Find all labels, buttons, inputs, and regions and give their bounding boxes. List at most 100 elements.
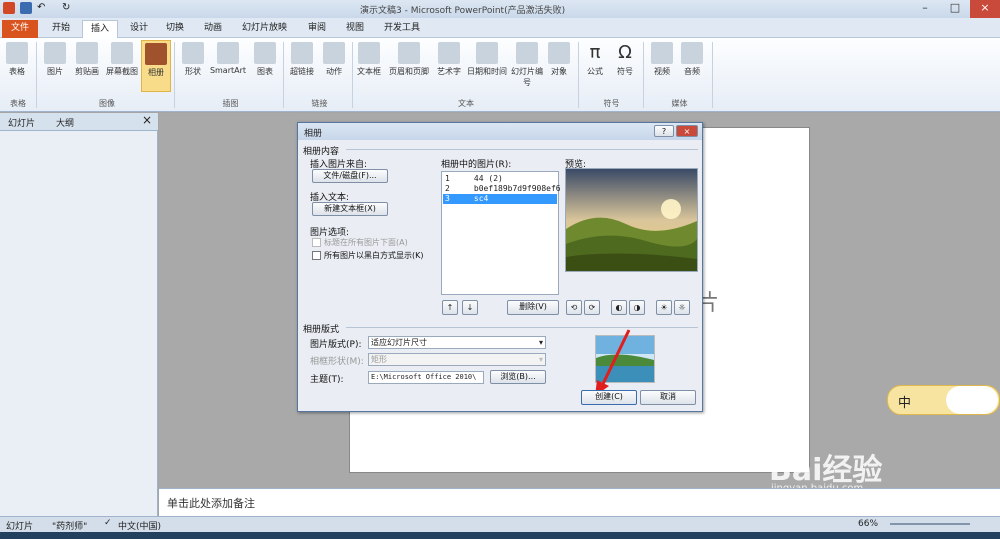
ime-toolbar[interactable]: 中 bbox=[887, 385, 1000, 415]
tab-animations[interactable]: 动画 bbox=[196, 20, 230, 38]
minimize-button[interactable]: – bbox=[910, 0, 940, 18]
theme-label: 主题(T): bbox=[310, 375, 344, 385]
notes-pane[interactable]: 单击此处添加备注 bbox=[159, 488, 1000, 516]
zoom-level[interactable]: 66% bbox=[858, 519, 878, 529]
layout-select[interactable]: 适应幻灯片尺寸 ▾ bbox=[368, 336, 546, 349]
pane-close-icon[interactable]: × bbox=[142, 113, 152, 127]
redo-icon[interactable]: ↻ bbox=[62, 2, 74, 14]
file-disk-button[interactable]: 文件/磁盘(F)... bbox=[312, 169, 388, 183]
tab-view[interactable]: 视图 bbox=[338, 20, 372, 38]
audio-button[interactable]: 音频 bbox=[677, 40, 707, 77]
list-item-selected[interactable]: 3 sc4 bbox=[443, 194, 557, 204]
contrast-up-icon[interactable]: ◐ bbox=[611, 300, 627, 315]
list-item[interactable]: 2 b0ef189b7d9f908ef6 bbox=[443, 184, 561, 194]
section-content-label: 相册内容 bbox=[303, 147, 340, 157]
tab-transitions[interactable]: 切换 bbox=[158, 20, 192, 38]
audio-icon bbox=[681, 42, 703, 64]
chevron-down-icon: ▾ bbox=[538, 355, 543, 364]
ime-mode[interactable]: 中 bbox=[898, 392, 911, 411]
tab-slideshow[interactable]: 幻灯片放映 bbox=[234, 20, 295, 38]
datetime-button[interactable]: 日期和时间 bbox=[466, 40, 508, 77]
rotate-right-icon[interactable]: ⟳ bbox=[584, 300, 600, 315]
wordart-button[interactable]: 艺术字 bbox=[434, 40, 464, 77]
chevron-down-icon: ▾ bbox=[538, 338, 543, 347]
brightness-down-icon[interactable]: ☼ bbox=[674, 300, 690, 315]
group-label-text: 文本 bbox=[458, 99, 474, 108]
video-button[interactable]: 视频 bbox=[647, 40, 677, 77]
brightness-up-icon[interactable]: ☀ bbox=[656, 300, 672, 315]
pi-icon: π bbox=[589, 42, 601, 63]
mascot-icon bbox=[946, 386, 998, 414]
table-icon bbox=[6, 42, 28, 64]
hyperlink-icon bbox=[291, 42, 313, 64]
maximize-button[interactable]: □ bbox=[940, 0, 970, 18]
smartart-button[interactable]: SmartArt bbox=[208, 40, 248, 75]
header-footer-button[interactable]: 页眉和页脚 bbox=[386, 40, 432, 77]
list-item[interactable]: 1 44 (2) bbox=[443, 174, 557, 184]
tab-insert[interactable]: 插入 bbox=[82, 20, 119, 38]
chart-icon bbox=[254, 42, 276, 64]
photo-album-icon bbox=[145, 43, 167, 65]
spellcheck-icon[interactable]: ✓ bbox=[104, 518, 112, 528]
shapes-button[interactable]: 形状 bbox=[178, 40, 208, 77]
zoom-slider[interactable] bbox=[890, 523, 970, 525]
close-button[interactable]: × bbox=[970, 0, 1000, 18]
chart-button[interactable]: 图表 bbox=[250, 40, 280, 77]
save-icon[interactable] bbox=[20, 2, 32, 14]
tab-file[interactable]: 文件 bbox=[2, 20, 38, 38]
new-textbox-button[interactable]: 新建文本框(X) bbox=[312, 202, 388, 216]
shapes-icon bbox=[182, 42, 204, 64]
group-label-images: 图像 bbox=[99, 99, 115, 108]
caption-below-label: 标题在所有图片下面(A) bbox=[324, 238, 408, 247]
contrast-down-icon[interactable]: ◑ bbox=[629, 300, 645, 315]
preview-image bbox=[565, 168, 698, 272]
tab-slides[interactable]: 幻灯片 bbox=[8, 116, 35, 129]
move-up-button[interactable]: ↑ bbox=[442, 300, 458, 315]
photo-album-button[interactable]: 相册 bbox=[141, 40, 171, 92]
frame-select[interactable]: 矩形 ▾ bbox=[368, 353, 546, 366]
help-button[interactable]: ? bbox=[654, 125, 674, 137]
slides-pane: 幻灯片 大纲 × bbox=[0, 113, 158, 516]
group-label-table: 表格 bbox=[10, 99, 26, 108]
landscape-preview-image bbox=[566, 169, 697, 271]
slide-number-button[interactable]: 幻灯片编号 bbox=[510, 40, 544, 88]
bw-all-checkbox[interactable] bbox=[312, 251, 321, 260]
header-footer-icon bbox=[398, 42, 420, 64]
caption-below-checkbox[interactable] bbox=[312, 238, 321, 247]
action-icon bbox=[323, 42, 345, 64]
undo-icon[interactable]: ↶ bbox=[37, 2, 49, 14]
table-button[interactable]: 表格 bbox=[2, 40, 32, 77]
status-language[interactable]: 中文(中国) bbox=[118, 519, 161, 532]
clipart-button[interactable]: 剪贴画 bbox=[72, 40, 102, 77]
screenshot-button[interactable]: 屏幕截图 bbox=[104, 40, 140, 77]
clipart-icon bbox=[76, 42, 98, 64]
dialog-close-button[interactable]: × bbox=[676, 125, 698, 137]
section-layout-label: 相册版式 bbox=[303, 325, 340, 335]
picture-button[interactable]: 图片 bbox=[40, 40, 70, 77]
tab-design[interactable]: 设计 bbox=[122, 20, 156, 38]
action-button[interactable]: 动作 bbox=[319, 40, 349, 77]
object-button[interactable]: 对象 bbox=[544, 40, 574, 77]
symbol-button[interactable]: Ω 符号 bbox=[610, 40, 640, 77]
browse-button[interactable]: 浏览(B)... bbox=[490, 370, 546, 384]
screenshot-icon bbox=[111, 42, 133, 64]
cancel-button[interactable]: 取消 bbox=[640, 390, 696, 405]
ribbon-tabs: 文件 开始 插入 设计 切换 动画 幻灯片放映 审阅 视图 开发工具 bbox=[0, 18, 1000, 38]
picture-icon bbox=[44, 42, 66, 64]
tab-developer[interactable]: 开发工具 bbox=[376, 20, 428, 38]
theme-input[interactable]: E:\Microsoft Office 2010\ bbox=[368, 371, 484, 384]
move-down-button[interactable]: ↓ bbox=[462, 300, 478, 315]
tab-review[interactable]: 审阅 bbox=[300, 20, 334, 38]
title-bar: ↶ ↻ 演示文稿3 - Microsoft PowerPoint(产品激活失败)… bbox=[0, 0, 1000, 18]
textbox-button[interactable]: 文本框 bbox=[354, 40, 384, 77]
remove-button[interactable]: 删除(V) bbox=[507, 300, 559, 315]
smartart-icon bbox=[217, 42, 239, 64]
create-button[interactable]: 创建(C) bbox=[581, 390, 637, 405]
taskbar bbox=[0, 532, 1000, 539]
picture-list[interactable]: 1 44 (2) 2 b0ef189b7d9f908ef6 3 sc4 bbox=[441, 171, 561, 295]
equation-button[interactable]: π 公式 bbox=[580, 40, 610, 77]
tab-home[interactable]: 开始 bbox=[44, 20, 78, 38]
tab-outline[interactable]: 大纲 bbox=[56, 116, 74, 129]
hyperlink-button[interactable]: 超链接 bbox=[287, 40, 317, 77]
rotate-left-icon[interactable]: ⟲ bbox=[566, 300, 582, 315]
